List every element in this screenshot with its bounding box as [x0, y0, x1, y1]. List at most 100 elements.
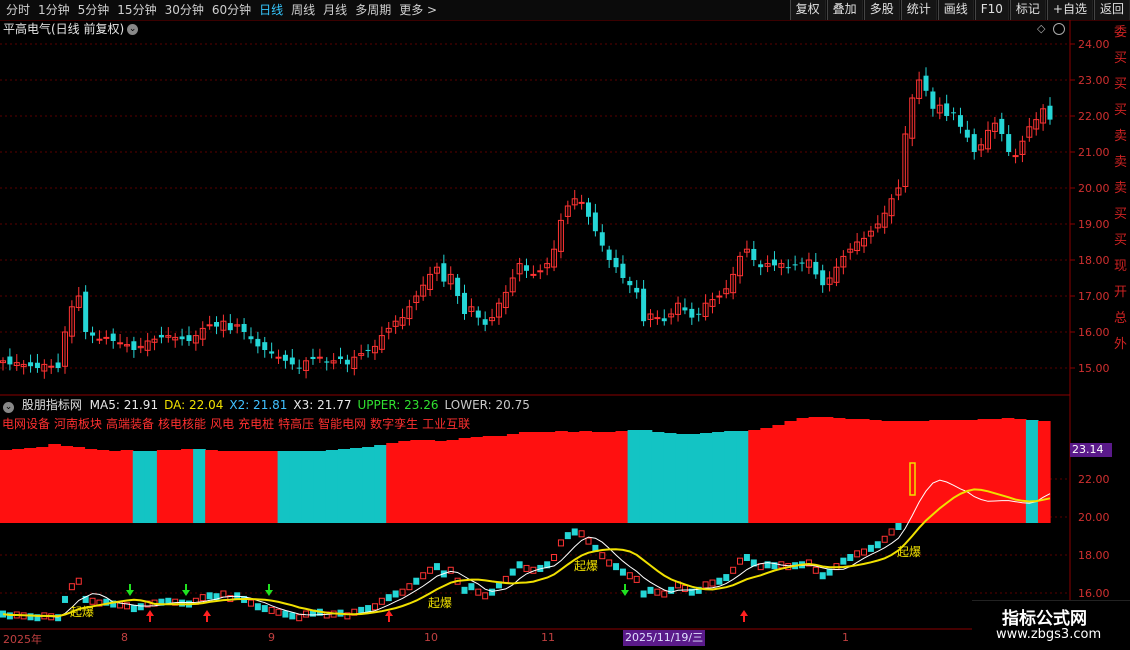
- candle-body: [90, 332, 96, 336]
- candle-body: [606, 249, 612, 260]
- down-arrow-icon: [126, 584, 134, 596]
- concept-tag[interactable]: 高端装备: [106, 417, 154, 431]
- band-bar: [434, 441, 448, 523]
- concept-tag[interactable]: 特高压: [278, 417, 314, 431]
- sub-candle: [247, 599, 254, 607]
- candle-body: [971, 134, 977, 152]
- band-bar: [965, 420, 979, 523]
- sub-candle: [275, 608, 282, 616]
- sub-candle: [516, 561, 523, 569]
- candle-body: [214, 321, 220, 327]
- sub-candle: [847, 554, 854, 562]
- candle-body: [83, 291, 89, 332]
- sub-candle: [282, 610, 289, 618]
- kline-chart[interactable]: 24.00 23.00 22.00 21.00 20.00 19.00 18.00 17.00…: [0, 0, 1130, 650]
- quote-label: 卖: [1114, 129, 1128, 144]
- up-arrow-icon: [146, 610, 154, 622]
- date-label: 11: [541, 631, 555, 644]
- indicator-name[interactable]: 股朋指标网: [22, 398, 82, 412]
- sub-candle: [702, 581, 709, 589]
- candle-body: [813, 261, 819, 275]
- sub-candle: [475, 588, 482, 596]
- sub-candle: [895, 523, 902, 530]
- burst-label: 起爆: [897, 545, 921, 559]
- candle-body: [923, 75, 929, 91]
- candle-body: [482, 319, 488, 325]
- sub-candle: [867, 544, 874, 552]
- band-bar: [422, 440, 436, 523]
- band-bar: [96, 450, 110, 523]
- candle-body: [578, 201, 585, 204]
- date-label: 10: [424, 631, 438, 644]
- quote-label: 卖: [1114, 155, 1128, 170]
- candle-body: [661, 318, 667, 322]
- candle-body: [792, 264, 798, 266]
- band-bar: [1001, 418, 1015, 523]
- sub-candle: [571, 528, 578, 536]
- candle-body: [475, 310, 481, 318]
- concept-tag[interactable]: 充电桩: [238, 417, 274, 431]
- band-bar: [60, 446, 74, 523]
- band-bar: [675, 434, 689, 523]
- candle-body: [530, 273, 537, 276]
- candle-body: [338, 356, 344, 359]
- concept-tag[interactable]: 风电: [210, 417, 234, 431]
- candle-body: [344, 359, 350, 365]
- sub-candle: [840, 557, 847, 565]
- band-bar: [700, 433, 713, 523]
- band-bar: [181, 449, 194, 523]
- candle-body: [227, 323, 233, 331]
- sub-candle: [647, 586, 654, 594]
- quote-label: 委: [1114, 25, 1128, 40]
- sub-candle: [509, 568, 516, 576]
- concept-tag[interactable]: 数字孪生: [370, 417, 418, 431]
- sub-candle: [289, 612, 296, 620]
- sub-candle: [378, 597, 385, 605]
- up-arrow-icon: [740, 610, 748, 622]
- band-bar: [796, 418, 810, 523]
- band-bar: [784, 421, 798, 523]
- band-bar: [953, 420, 967, 523]
- concept-tag[interactable]: 电网设备: [2, 417, 50, 431]
- band-bar: [144, 451, 158, 523]
- concept-tag[interactable]: 核电核能: [158, 417, 206, 431]
- band-bar: [772, 425, 786, 523]
- candle-body: [654, 317, 661, 320]
- sub-price-tag: 23.14: [1070, 443, 1112, 457]
- band-bar: [615, 431, 629, 523]
- band-bar: [881, 421, 894, 523]
- sub-candle: [137, 603, 144, 611]
- band-bar: [205, 450, 218, 523]
- concept-tag[interactable]: 智能电网: [318, 417, 366, 431]
- sub-tick: 20.00: [1078, 511, 1110, 524]
- band-bar: [651, 432, 665, 523]
- band-bar: [36, 447, 49, 523]
- candle-body: [269, 351, 275, 354]
- quote-label: 外: [1114, 337, 1128, 352]
- concept-tag[interactable]: 工业互联: [422, 417, 470, 431]
- candle-body: [537, 270, 544, 273]
- candle-body: [944, 103, 950, 116]
- sub-candle: [502, 575, 509, 583]
- up-arrow-icon: [203, 610, 211, 622]
- band-bar: [748, 430, 761, 523]
- candle-body: [1006, 134, 1012, 152]
- price-tick: 15.00: [1078, 362, 1110, 375]
- indicator-value: X3: 21.77: [293, 398, 352, 412]
- sub-candle: [681, 585, 688, 593]
- date-label: 1: [842, 631, 849, 644]
- sub-candle: [303, 610, 310, 618]
- concept-tag[interactable]: 河南板块: [54, 417, 102, 431]
- band-bar: [555, 431, 568, 523]
- sub-candle: [606, 559, 613, 567]
- candle-body: [282, 354, 288, 361]
- sub-candle: [730, 566, 737, 574]
- band-bar: [265, 451, 279, 523]
- down-arrow-icon: [265, 584, 273, 596]
- candle-body: [110, 333, 116, 341]
- chevron-down-icon[interactable]: ⌄: [3, 402, 14, 413]
- band-bar: [579, 431, 592, 523]
- sub-candle: [433, 563, 440, 571]
- band-bar: [567, 432, 580, 523]
- up-arrow-icon: [385, 610, 393, 622]
